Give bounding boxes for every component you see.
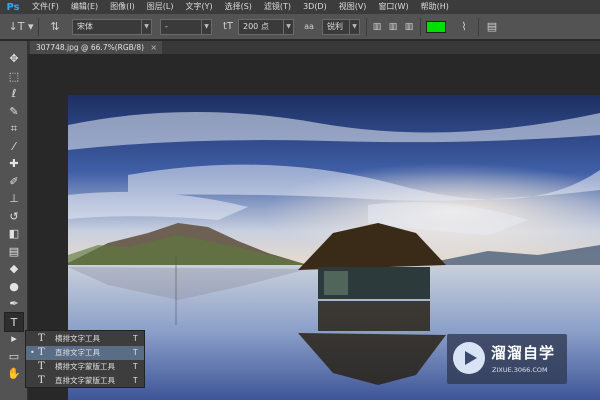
toggle-orientation-icon[interactable]: ⇅ <box>46 19 64 35</box>
flyout-vertical-type-tool[interactable]: • T 直排文字工具 T <box>26 346 144 360</box>
antialias-value: 锐利 <box>327 22 343 31</box>
tools-panel: ✥ ⬚ ℓ ✎ ⌗ ⁄ ✚ ✐ ⊥ ↺ ◧ ▤ ◆ ● ✒ T ▸ ▭ ✋ <box>0 41 28 400</box>
menu-window[interactable]: 窗口(W) <box>372 0 414 14</box>
tool-preset-picker[interactable]: ↓T ▾ <box>8 19 34 35</box>
font-size-value: 200 点 <box>243 22 269 31</box>
document-tab-bar: 307748.jpg @ 66.7%(RGB/8) × <box>28 41 600 54</box>
chevron-down-icon: ▼ <box>283 20 293 34</box>
menu-type[interactable]: 文字(Y) <box>179 0 218 14</box>
chevron-down-icon: ▼ <box>141 20 151 34</box>
align-left-icon[interactable]: ▥ <box>370 19 384 35</box>
menu-help[interactable]: 帮助(H) <box>415 0 455 14</box>
separator <box>478 18 479 36</box>
options-bar: ↓T ▾ ⇅ 宋体 ▼ - ▼ tT 200 点 ▼ aa 锐利 ▼ ▥ ▥ ▥… <box>0 14 600 40</box>
flyout-label: 横排文字蒙版工具 <box>55 362 115 371</box>
menu-layer[interactable]: 图层(L) <box>141 0 180 14</box>
document-tab[interactable]: 307748.jpg @ 66.7%(RGB/8) × <box>30 41 163 54</box>
watermark-title: 溜溜自学 <box>491 344 556 362</box>
watermark: 溜溜自学 ZIXUE.3066.COM <box>447 334 567 384</box>
font-style-select[interactable]: - ▼ <box>160 19 212 35</box>
close-icon[interactable]: × <box>150 41 157 54</box>
warp-text-icon[interactable]: ⌇ <box>456 19 472 35</box>
flyout-shortcut: T <box>133 334 138 343</box>
flyout-shortcut: T <box>133 348 138 357</box>
menu-filter[interactable]: 滤镜(T) <box>258 0 297 14</box>
character-panel-icon[interactable]: ▤ <box>484 19 500 35</box>
flyout-label: 直排文字蒙版工具 <box>55 376 115 385</box>
flyout-horizontal-type-tool[interactable]: T 横排文字工具 T <box>26 332 144 346</box>
separator <box>420 18 421 36</box>
vertical-type-mask-icon: T <box>38 375 45 386</box>
menu-view[interactable]: 视图(V) <box>333 0 373 14</box>
separator <box>38 18 39 36</box>
play-logo-icon <box>453 342 485 374</box>
align-right-icon[interactable]: ▥ <box>402 19 416 35</box>
font-family-select[interactable]: 宋体 ▼ <box>72 19 152 35</box>
horizontal-type-icon: T <box>38 333 45 344</box>
font-size-select[interactable]: 200 点 ▼ <box>238 19 294 35</box>
antialias-icon: aa <box>304 22 314 31</box>
flyout-label: 横排文字工具 <box>55 334 100 343</box>
flyout-horizontal-type-mask-tool[interactable]: T 横排文字蒙版工具 T <box>26 360 144 374</box>
photoshop-logo: Ps <box>6 1 20 13</box>
document-tab-label: 307748.jpg @ 66.7%(RGB/8) <box>36 43 145 52</box>
type-tool-flyout: T 横排文字工具 T • T 直排文字工具 T T 横排文字蒙版工具 T T 直… <box>25 330 145 388</box>
flyout-label: 直排文字工具 <box>55 348 100 357</box>
text-color-swatch[interactable] <box>426 21 446 33</box>
menu-edit[interactable]: 编辑(E) <box>65 0 104 14</box>
flyout-check: • <box>30 348 35 357</box>
hand-tool-icon[interactable]: ✋ <box>4 364 24 384</box>
vertical-type-icon: ↓T ▾ <box>8 20 34 33</box>
chevron-down-icon: ▼ <box>201 20 211 34</box>
font-style-value: - <box>165 22 168 31</box>
chevron-down-icon: ▼ <box>349 20 359 34</box>
separator <box>366 18 367 36</box>
font-size-icon: tT <box>222 21 234 32</box>
menu-3d[interactable]: 3D(D) <box>297 0 333 14</box>
menu-select[interactable]: 选择(S) <box>219 0 258 14</box>
align-center-icon[interactable]: ▥ <box>386 19 400 35</box>
flyout-shortcut: T <box>133 362 138 371</box>
horizontal-type-mask-icon: T <box>38 361 45 372</box>
watermark-url: ZIXUE.3066.COM <box>492 366 548 374</box>
flyout-vertical-type-mask-tool[interactable]: T 直排文字蒙版工具 T <box>26 374 144 388</box>
antialias-select[interactable]: 锐利 ▼ <box>322 19 360 35</box>
menu-image[interactable]: 图像(I) <box>104 0 141 14</box>
menu-bar: Ps 文件(F) 编辑(E) 图像(I) 图层(L) 文字(Y) 选择(S) 滤… <box>0 0 600 14</box>
menu-file[interactable]: 文件(F) <box>26 0 65 14</box>
flyout-shortcut: T <box>133 376 138 385</box>
font-family-value: 宋体 <box>77 22 93 31</box>
vertical-type-icon: T <box>38 347 45 358</box>
